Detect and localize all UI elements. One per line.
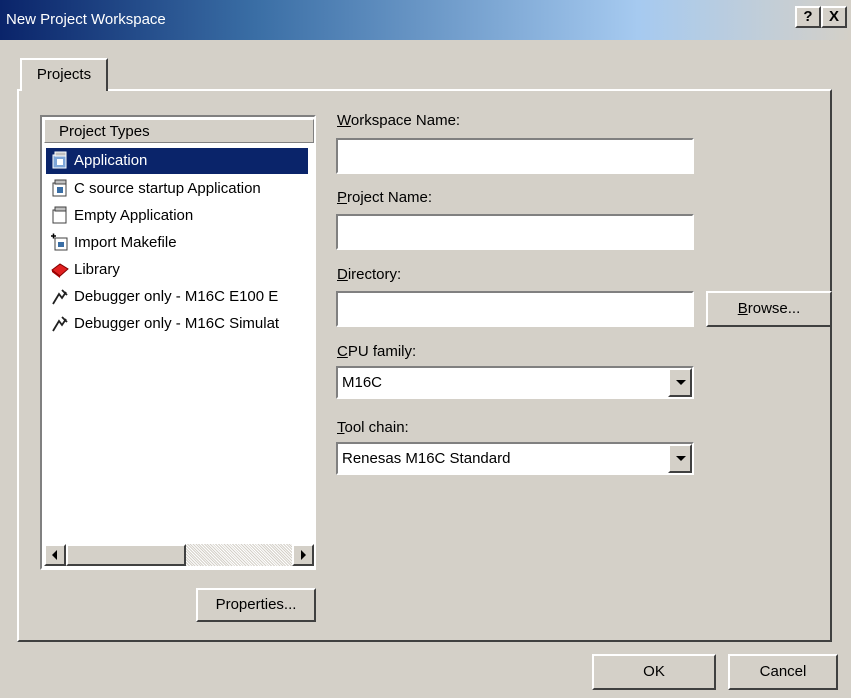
application-icon (52, 179, 67, 197)
application-icon (52, 151, 67, 169)
title-bar[interactable]: New Project Workspace ? X (0, 0, 851, 40)
arrow-right-icon (301, 550, 306, 560)
list-item-label: Empty Application (74, 207, 194, 224)
help-button[interactable]: ? (795, 6, 821, 28)
project-name-label-text: roject Name: (347, 189, 433, 206)
list-item-application[interactable]: Application (46, 148, 308, 174)
list-item-label: Debugger only - M16C E100 E (74, 288, 279, 305)
cancel-button[interactable]: Cancel (728, 654, 838, 690)
scroll-left-button[interactable] (44, 544, 66, 566)
window-title: New Project Workspace (6, 11, 166, 28)
workspace-name-label: Workspace Name: (337, 112, 460, 129)
workspace-name-mnemonic: W (337, 112, 351, 129)
list-item-empty-application[interactable]: Empty Application (46, 203, 314, 229)
scroll-track[interactable] (186, 544, 292, 566)
directory-input[interactable] (336, 291, 694, 327)
cpu-family-dropdown-button[interactable] (668, 368, 692, 397)
tab-projects-label: Projects (36, 66, 92, 83)
tool-chain-label-text: ool chain: (344, 419, 409, 436)
ok-button[interactable]: OK (592, 654, 716, 690)
properties-button[interactable]: Properties... (196, 588, 316, 622)
tool-chain-dropdown-button[interactable] (668, 444, 692, 473)
chevron-down-icon (676, 456, 686, 461)
browse-button[interactable]: Browse... (706, 291, 832, 327)
workspace-name-label-text: orkspace Name: (350, 112, 461, 129)
project-name-input[interactable] (336, 214, 694, 250)
cpu-family-mnemonic: C (337, 343, 348, 360)
cancel-button-label: Cancel (759, 663, 807, 680)
cpu-family-label: CPU family: (337, 343, 416, 360)
properties-button-label: Properties... (215, 596, 297, 613)
list-item-c-source-startup-application[interactable]: C source startup Application (46, 176, 314, 202)
list-item-debugger-simulator[interactable]: Debugger only - M16C Simulat (46, 311, 314, 337)
tab-projects[interactable]: Projects (20, 58, 108, 91)
browse-mnemonic: B (737, 300, 748, 317)
debugger-icon (52, 289, 68, 305)
library-icon (51, 263, 69, 278)
help-icon: ? (803, 8, 813, 25)
scroll-right-button[interactable] (292, 544, 314, 566)
list-item-library[interactable]: Library (46, 257, 314, 283)
tool-chain-value: Renesas M16C Standard (342, 450, 511, 467)
directory-mnemonic: D (337, 266, 348, 283)
tool-chain-mnemonic: T (337, 419, 345, 436)
close-button[interactable]: X (821, 6, 847, 28)
browse-button-label: rowse... (747, 300, 801, 317)
cpu-family-value: M16C (342, 374, 383, 391)
list-item-label: Debugger only - M16C Simulat (74, 315, 280, 332)
list-item-debugger-e100[interactable]: Debugger only - M16C E100 E (46, 284, 314, 310)
import-makefile-icon (51, 233, 68, 251)
project-types-header: Project Types (44, 119, 314, 143)
debugger-icon (52, 316, 68, 332)
list-item-label: Application (71, 150, 151, 172)
tool-chain-label: Tool chain: (337, 419, 409, 436)
project-name-label: Project Name: (337, 189, 432, 206)
project-name-mnemonic: P (337, 189, 348, 206)
directory-label: Directory: (337, 266, 401, 283)
directory-label-text: irectory: (347, 266, 402, 283)
project-types-list[interactable]: Project Types Application C source start… (40, 115, 316, 570)
ok-button-label: OK (643, 663, 665, 680)
scroll-thumb[interactable] (66, 544, 186, 566)
cpu-family-label-text: PU family: (347, 343, 417, 360)
close-icon: X (828, 8, 839, 25)
chevron-down-icon (676, 380, 686, 385)
list-item-import-makefile[interactable]: Import Makefile (46, 230, 314, 256)
list-item-label: Library (74, 261, 120, 278)
workspace-name-input[interactable] (336, 138, 694, 174)
horizontal-scrollbar[interactable] (44, 544, 314, 566)
tool-chain-select[interactable]: Renesas M16C Standard (336, 442, 694, 475)
cpu-family-select[interactable]: M16C (336, 366, 694, 399)
new-project-workspace-dialog: New Project Workspace ? X Projects Proje… (0, 0, 851, 698)
list-item-label: Import Makefile (74, 234, 177, 251)
empty-application-icon (52, 206, 67, 224)
list-item-label: C source startup Application (74, 180, 261, 197)
arrow-left-icon (52, 550, 57, 560)
